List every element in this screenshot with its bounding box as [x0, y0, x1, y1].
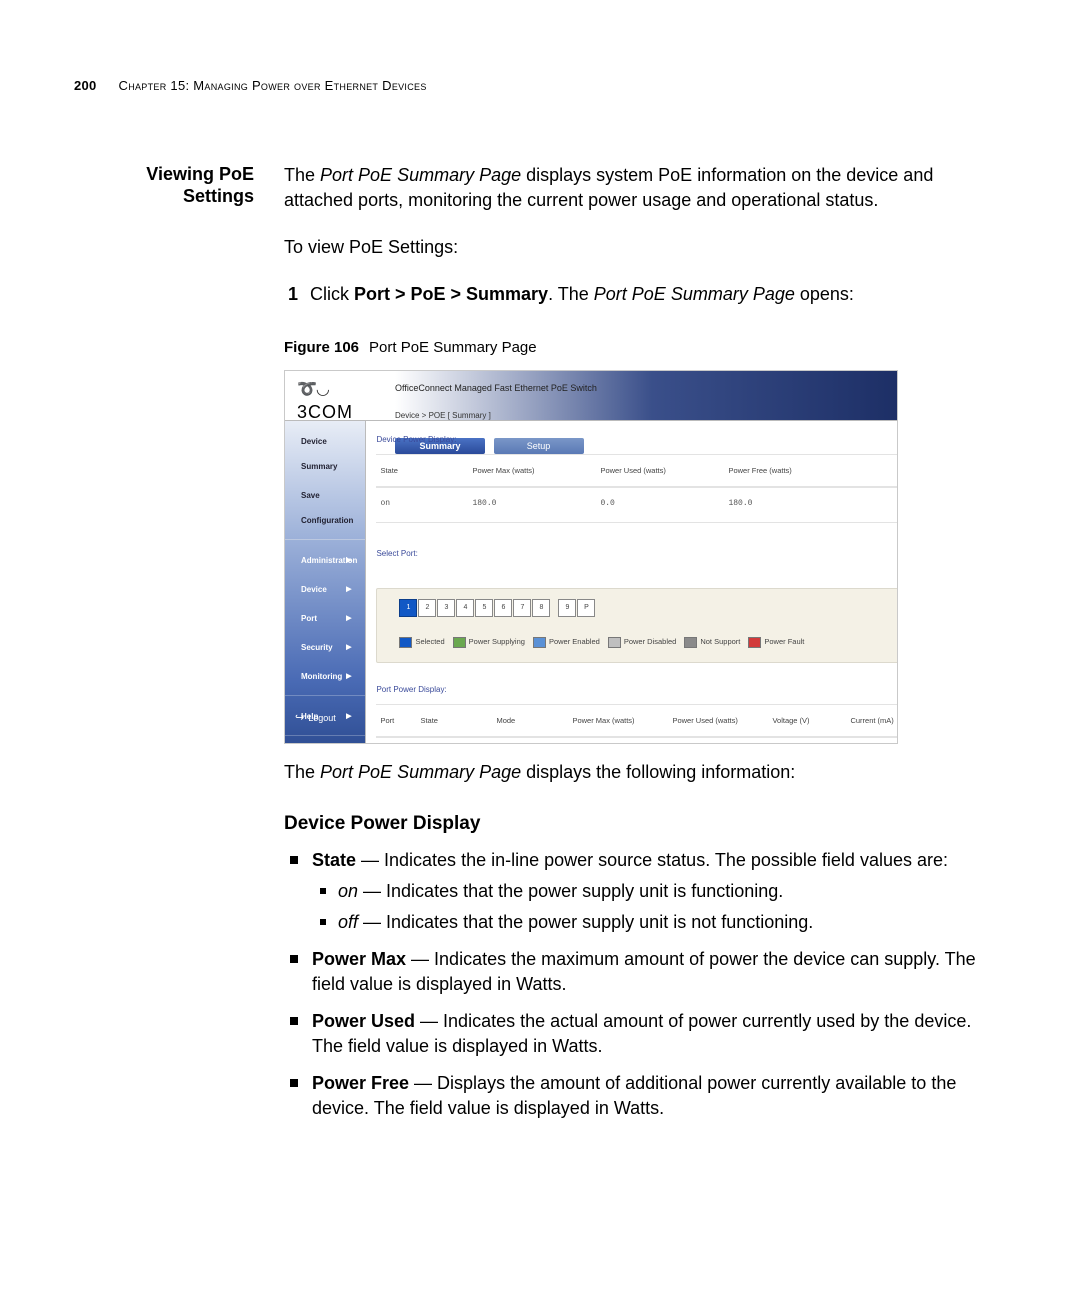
- legend-selected: Selected: [399, 629, 444, 654]
- chevron-right-icon: ▶: [346, 664, 351, 689]
- product-title: OfficeConnect Managed Fast Ethernet PoE …: [395, 376, 597, 401]
- port-2-button[interactable]: 2: [418, 599, 436, 617]
- body-column: The Port PoE Summary Page displays syste…: [284, 163, 984, 1133]
- legend-swatch-icon: [748, 637, 761, 648]
- list-item-state-off: off — Indicates that the power supply un…: [312, 910, 984, 935]
- subsection-heading: Device Power Display: [284, 811, 984, 836]
- sidebar-save-configuration[interactable]: Save Configuration: [293, 481, 357, 535]
- legend-swatch-icon: [533, 637, 546, 648]
- port-8-button[interactable]: 8: [532, 599, 550, 617]
- port-panel: 1 2 3 4 5 6 7 8 9 P: [376, 588, 898, 663]
- port-4-button[interactable]: 4: [456, 599, 474, 617]
- logo-icon: ➰​◡: [297, 377, 393, 402]
- device-power-data-row: on 180.0 0.0 180.0: [376, 487, 898, 523]
- intro-paragraph: The Port PoE Summary Page displays syste…: [284, 163, 984, 213]
- port-1-button[interactable]: 1: [399, 599, 417, 617]
- step-number: 1: [284, 282, 298, 307]
- main-panel: Device Power Display: State Power Max (w…: [366, 421, 898, 744]
- legend-swatch-icon: [453, 637, 466, 648]
- document-page: 200 Chapter 15: Managing Power over Ethe…: [0, 0, 1080, 1296]
- port-7-button[interactable]: 7: [513, 599, 531, 617]
- legend-swatch-icon: [399, 637, 412, 648]
- embedded-screenshot: ➰​◡ 3COM OfficeConnect Managed Fast Ethe…: [284, 370, 898, 744]
- legend-power-disabled: Power Disabled: [608, 629, 677, 654]
- sidebar-group-top: Device Summary Save Configuration: [285, 421, 365, 540]
- intro-lead: To view PoE Settings:: [284, 235, 984, 260]
- port-6-button[interactable]: 6: [494, 599, 512, 617]
- margin-heading-column: Viewing PoE Settings: [74, 163, 254, 1133]
- sidebar-item-security[interactable]: Security▶: [293, 633, 357, 662]
- port-p-button[interactable]: P: [577, 599, 595, 617]
- sidebar-item-monitoring[interactable]: Monitoring▶: [293, 662, 357, 691]
- chevron-right-icon: ▶: [346, 606, 351, 631]
- legend-power-enabled: Power Enabled: [533, 629, 600, 654]
- list-item-state-on: on — Indicates that the power supply uni…: [312, 879, 984, 904]
- chevron-right-icon: ▶: [346, 704, 351, 729]
- sidebar-item-administration[interactable]: Administration▶: [293, 546, 357, 575]
- chevron-right-icon: ▶: [346, 577, 351, 602]
- select-port-heading: Select Port:: [376, 541, 898, 566]
- after-figure-text: The Port PoE Summary Page displays the f…: [284, 760, 984, 785]
- figure-caption: Figure 106Port PoE Summary Page: [284, 335, 984, 360]
- list-item-power-free: Power Free — Displays the amount of addi…: [284, 1071, 984, 1121]
- device-power-heading: Device Power Display:: [376, 427, 898, 452]
- port-9-button[interactable]: 9: [558, 599, 576, 617]
- running-header: 200 Chapter 15: Managing Power over Ethe…: [74, 78, 984, 93]
- port-power-heading: Port Power Display:: [376, 677, 898, 702]
- list-item-power-used: Power Used — Indicates the actual amount…: [284, 1009, 984, 1059]
- sidebar-group-nav: Administration▶ Device▶ Port▶ Security▶ …: [285, 540, 365, 696]
- brand-logo: ➰​◡ 3COM: [285, 371, 393, 425]
- list-item-power-max: Power Max — Indicates the maximum amount…: [284, 947, 984, 997]
- device-power-header-row: State Power Max (watts) Power Used (watt…: [376, 454, 898, 487]
- state-values-list: on — Indicates that the power supply uni…: [312, 879, 984, 935]
- legend-power-fault: Power Fault: [748, 629, 804, 654]
- sidebar-device-summary[interactable]: Device Summary: [293, 427, 357, 481]
- port-3-button[interactable]: 3: [437, 599, 455, 617]
- chapter-title: Chapter 15: Managing Power over Ethernet…: [119, 78, 427, 93]
- app-banner: ➰​◡ 3COM OfficeConnect Managed Fast Ethe…: [285, 371, 897, 421]
- field-list: State — Indicates the in-line power sour…: [284, 848, 984, 1121]
- step-text: Click Port > PoE > Summary. The Port PoE…: [310, 282, 854, 307]
- port-strip: 1 2 3 4 5 6 7 8 9 P: [385, 599, 898, 617]
- legend-swatch-icon: [608, 637, 621, 648]
- port-5-button[interactable]: 5: [475, 599, 493, 617]
- page-number: 200: [74, 78, 97, 93]
- legend: Selected Power Supplying Power Enabled P…: [385, 629, 898, 654]
- chevron-right-icon: ▶: [346, 548, 351, 573]
- sidebar: Device Summary Save Configuration Admini…: [285, 421, 366, 744]
- section-side-heading: Viewing PoE Settings: [74, 163, 254, 207]
- logout-link[interactable]: Logout: [295, 706, 336, 731]
- legend-power-supplying: Power Supplying: [453, 629, 525, 654]
- chevron-right-icon: ▶: [346, 635, 351, 660]
- list-item-state: State — Indicates the in-line power sour…: [284, 848, 984, 935]
- legend-not-support: Not Support: [684, 629, 740, 654]
- port-power-header-row: Port State Mode Power Max (watts) Power …: [376, 704, 898, 737]
- step-1: 1 Click Port > PoE > Summary. The Port P…: [284, 282, 984, 307]
- sidebar-item-port[interactable]: Port▶: [293, 604, 357, 633]
- port-power-data-row: 1 Enabled Auto 30.0 0.0 0 0: [376, 737, 898, 744]
- legend-swatch-icon: [684, 637, 697, 648]
- sidebar-item-device[interactable]: Device▶: [293, 575, 357, 604]
